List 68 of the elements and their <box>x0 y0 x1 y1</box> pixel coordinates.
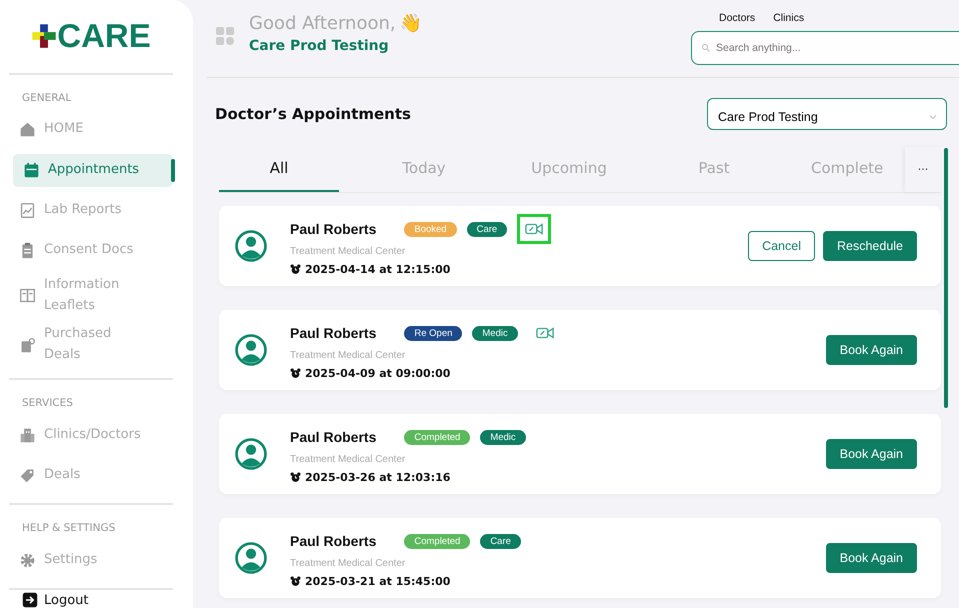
chart-document-icon <box>19 202 36 220</box>
clinic-name: Treatment Medical Center <box>290 246 406 257</box>
waving-hand-emoji: 👋 <box>400 12 422 34</box>
appointment-datetime: 2025-04-14 at 12:15:00 <box>305 263 450 276</box>
status-badge: Completed <box>404 534 470 548</box>
more-button[interactable]: ··· <box>905 147 941 192</box>
user-name: Care Prod Testing <box>249 38 390 54</box>
action-button[interactable]: Reschedule <box>822 231 917 261</box>
nav-item[interactable]: Deals <box>9 455 173 495</box>
cross-icon <box>31 23 58 50</box>
alarm-clock-icon <box>290 368 301 379</box>
section-heading: HELP & SETTINGS <box>21 522 116 534</box>
type-badge: Care <box>480 534 521 548</box>
nav-item[interactable]: Consent Docs <box>9 230 173 271</box>
patient-name: Paul Roberts <box>290 325 376 341</box>
user-avatar-icon <box>234 541 268 575</box>
clinic-dropdown[interactable]: Care Prod Testing <box>707 98 947 130</box>
page-title: Doctor’s Appointments <box>215 105 411 123</box>
appointment-datetime: 2025-03-21 at 15:45:00 <box>305 575 450 588</box>
clinic-name: Treatment Medical Center <box>290 454 406 465</box>
clinic-name: Treatment Medical Center <box>290 558 406 569</box>
section-heading: GENERAL <box>21 92 72 104</box>
action-button[interactable]: Cancel <box>748 231 815 261</box>
logout-link[interactable]: Logout <box>9 592 173 608</box>
logo: CARE <box>9 0 173 75</box>
nav-link[interactable]: Doctors <box>719 12 756 24</box>
type-badge: Care <box>466 222 508 236</box>
house-icon <box>19 121 36 138</box>
alarm-clock-icon <box>290 472 301 483</box>
nav-item[interactable]: Settings <box>9 540 173 580</box>
clinic-name: Treatment Medical Center <box>290 350 406 361</box>
nav-item[interactable]: HOME <box>9 110 173 150</box>
alarm-clock-icon <box>290 264 301 275</box>
type-badge: Medic <box>472 326 518 340</box>
status-badge: Completed <box>404 430 470 444</box>
patient-name: Paul Roberts <box>290 221 376 237</box>
user-avatar-icon <box>234 229 268 263</box>
section-heading: SERVICES <box>21 397 74 409</box>
grid-icon <box>215 26 235 46</box>
nav-item[interactable]: Appointments <box>13 154 173 187</box>
action-button[interactable]: Book Again <box>826 439 917 469</box>
patient-name: Paul Roberts <box>290 533 376 549</box>
action-button[interactable]: Book Again <box>826 543 917 573</box>
user-avatar-icon <box>234 437 268 471</box>
nav-link[interactable]: Clinics <box>773 12 804 24</box>
type-badge: Medic <box>480 430 526 444</box>
appointment-datetime: 2025-04-09 at 09:00:00 <box>305 367 450 380</box>
nav-item[interactable]: Information Leaflets <box>9 270 173 320</box>
status-badge: Re Open <box>404 326 462 340</box>
gear-icon <box>19 552 36 568</box>
patient-name: Paul Roberts <box>290 429 376 445</box>
chevron-down-icon <box>928 112 938 122</box>
scrollbar[interactable] <box>944 148 948 408</box>
appointment-datetime: 2025-03-26 at 12:03:16 <box>305 471 450 484</box>
tab[interactable]: All <box>219 147 339 192</box>
search-icon <box>701 43 711 53</box>
nav-item[interactable]: Clinics/Doctors <box>9 415 173 455</box>
nav-item[interactable]: Purchased Deals <box>9 320 173 370</box>
calendar-icon <box>23 162 40 179</box>
nav-item[interactable]: Lab Reports <box>9 190 173 231</box>
greeting-text: Good Afternoon, <box>249 12 396 34</box>
building-icon <box>19 426 36 444</box>
status-badge: Booked <box>404 222 457 236</box>
alarm-clock-icon <box>290 576 301 587</box>
tag-icon <box>19 466 36 484</box>
action-button[interactable]: Book Again <box>826 335 917 365</box>
user-avatar-icon <box>234 333 268 367</box>
search-field[interactable]: Search anything... <box>691 31 959 65</box>
